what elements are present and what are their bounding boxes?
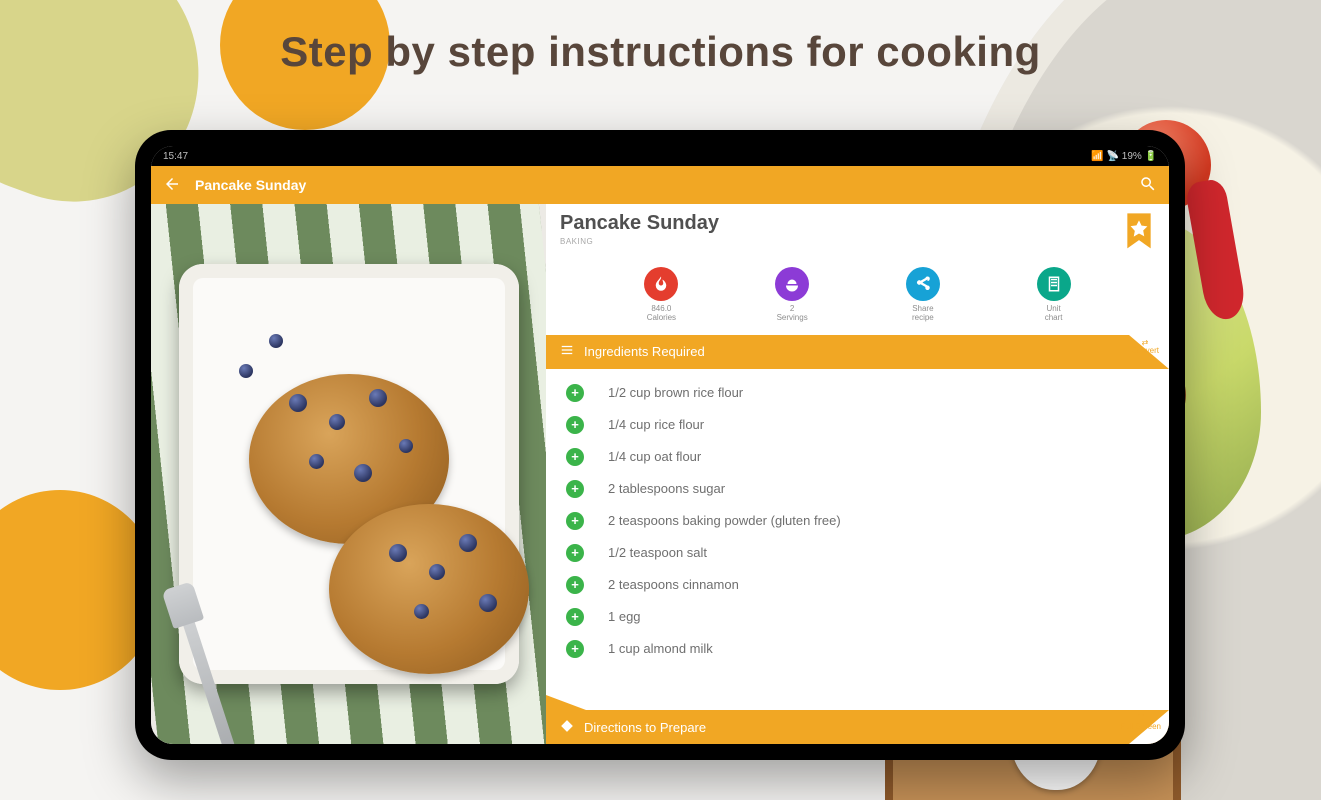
ingredient-text: 2 teaspoons baking powder (gluten free) xyxy=(608,513,841,528)
bookmark-button[interactable] xyxy=(1125,212,1155,257)
list-icon xyxy=(560,343,574,360)
stats-row: 846.0Calories 2Servings Sharerecipe xyxy=(546,257,1169,335)
stat-calories[interactable]: 846.0Calories xyxy=(644,267,678,323)
ingredients-header-label: Ingredients Required xyxy=(584,344,705,359)
status-right: 📶 📡 19% 🔋 xyxy=(1091,151,1157,162)
add-ingredient-button[interactable]: + xyxy=(566,512,584,530)
status-bar: 15:47 📶 📡 19% 🔋 xyxy=(151,146,1169,166)
app-bar-title: Pancake Sunday xyxy=(195,177,306,193)
ingredient-row: +1 egg xyxy=(546,601,1169,633)
ingredient-row: +1/4 cup rice flour xyxy=(546,409,1169,441)
add-ingredient-button[interactable]: + xyxy=(566,384,584,402)
add-ingredient-button[interactable]: + xyxy=(566,608,584,626)
ingredient-text: 1 cup almond milk xyxy=(608,641,713,656)
recipe-category: BAKING xyxy=(560,237,1125,246)
stat-share[interactable]: Sharerecipe xyxy=(906,267,940,323)
ingredient-text: 2 teaspoons cinnamon xyxy=(608,577,739,592)
flame-icon xyxy=(644,267,678,301)
app-bar: Pancake Sunday xyxy=(151,166,1169,204)
ingredient-text: 1/2 cup brown rice flour xyxy=(608,385,743,400)
ingredient-text: 1/4 cup oat flour xyxy=(608,449,701,464)
unit-icon xyxy=(1037,267,1071,301)
recipe-title: Pancake Sunday xyxy=(560,212,1125,235)
directions-header-label: Directions to Prepare xyxy=(584,720,706,735)
add-ingredient-button[interactable]: + xyxy=(566,640,584,658)
ingredient-row: +1/2 cup brown rice flour xyxy=(546,377,1169,409)
directions-header[interactable]: Directions to Prepare ⛶Full Screen xyxy=(546,710,1169,744)
ingredient-row: +1/2 teaspoon salt xyxy=(546,537,1169,569)
stat-servings[interactable]: 2Servings xyxy=(775,267,809,323)
stat-unit[interactable]: Unitchart xyxy=(1037,267,1071,323)
ingredient-row: +2 teaspoons baking powder (gluten free) xyxy=(546,505,1169,537)
fullscreen-button[interactable]: ⛶Full Screen xyxy=(1121,714,1161,732)
app-screen: 15:47 📶 📡 19% 🔋 Pancake Sunday xyxy=(151,146,1169,744)
detail-panel: Pancake Sunday BAKING 846.0Calories xyxy=(546,204,1169,744)
ingredient-text: 1/2 teaspoon salt xyxy=(608,545,707,560)
content-area: Pancake Sunday BAKING 846.0Calories xyxy=(151,204,1169,744)
ingredients-list[interactable]: +1/2 cup brown rice flour+1/4 cup rice f… xyxy=(546,369,1169,710)
ingredient-row: +2 teaspoons cinnamon xyxy=(546,569,1169,601)
add-ingredient-button[interactable]: + xyxy=(566,448,584,466)
add-ingredient-button[interactable]: + xyxy=(566,416,584,434)
recipe-photo xyxy=(151,204,546,744)
ingredient-row: +1 cup almond milk xyxy=(546,633,1169,665)
promo-stage: Step by step instructions for cooking 15… xyxy=(0,0,1321,800)
back-icon[interactable] xyxy=(163,175,181,196)
tablet-frame: 15:47 📶 📡 19% 🔋 Pancake Sunday xyxy=(135,130,1185,760)
add-ingredient-button[interactable]: + xyxy=(566,544,584,562)
add-ingredient-button[interactable]: + xyxy=(566,576,584,594)
add-ingredient-button[interactable]: + xyxy=(566,480,584,498)
ingredient-row: +1/4 cup oat flour xyxy=(546,441,1169,473)
share-icon xyxy=(906,267,940,301)
convert-button[interactable]: ⇄Convert xyxy=(1131,339,1159,357)
diamond-icon xyxy=(560,719,574,736)
status-time: 15:47 xyxy=(163,151,188,162)
ingredient-text: 1/4 cup rice flour xyxy=(608,417,704,432)
hero-title: Step by step instructions for cooking xyxy=(0,28,1321,76)
ingredient-row: +2 tablespoons sugar xyxy=(546,473,1169,505)
ingredients-header[interactable]: Ingredients Required ⇄Convert xyxy=(546,335,1169,369)
servings-icon xyxy=(775,267,809,301)
search-icon[interactable] xyxy=(1139,175,1157,196)
ingredient-text: 1 egg xyxy=(608,609,641,624)
ingredient-text: 2 tablespoons sugar xyxy=(608,481,725,496)
